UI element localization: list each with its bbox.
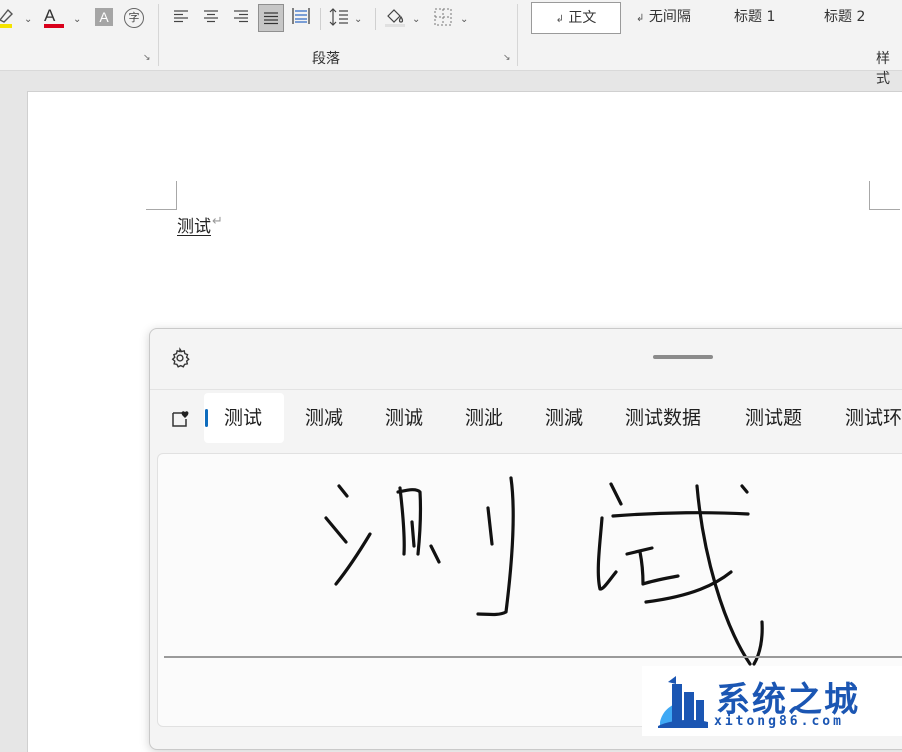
align-center-icon[interactable] bbox=[203, 8, 219, 29]
font-dialog-launcher-icon[interactable]: ↘ bbox=[143, 53, 151, 63]
style-heading-2[interactable]: 标题 2 bbox=[824, 2, 865, 32]
style-heading-1[interactable]: 标题 1 bbox=[734, 2, 775, 32]
candidate-item[interactable]: 测试 bbox=[204, 393, 284, 443]
style-no-spacing[interactable]: ↲ 无间隔 bbox=[636, 2, 691, 32]
character-shading-icon[interactable]: A bbox=[95, 8, 113, 26]
styles-group-label: 样式 bbox=[876, 51, 890, 87]
paragraph-group-label: 段落 bbox=[312, 51, 340, 67]
paragraph-dialog-launcher-icon[interactable]: ↘ bbox=[503, 53, 511, 63]
watermark-logo: 系统之城 xitong86.com bbox=[642, 666, 902, 736]
justify-button[interactable] bbox=[258, 4, 284, 32]
selection-indicator bbox=[205, 409, 208, 427]
ribbon: ⌄ A ⌄ A 字 ↘ ⌄ ⌄ ⌄ 段落 ↘ ↲ 正文 ↲ 无间隔 标题 1 标… bbox=[0, 0, 902, 87]
paragraph-mark-icon: ↲ bbox=[555, 14, 564, 25]
margin-corner-left bbox=[146, 181, 177, 210]
shading-dropdown-icon[interactable]: ⌄ bbox=[412, 10, 420, 30]
distributed-align-icon[interactable] bbox=[292, 7, 310, 30]
highlighter-dropdown-icon[interactable]: ⌄ bbox=[24, 10, 32, 30]
candidate-item[interactable]: 测诚 bbox=[385, 393, 423, 443]
candidate-item[interactable]: 测減 bbox=[545, 393, 583, 443]
borders-dropdown-icon[interactable]: ⌄ bbox=[460, 10, 468, 30]
margin-corner-right bbox=[869, 181, 900, 210]
candidate-item[interactable]: 测减 bbox=[305, 393, 343, 443]
castle-logo-icon bbox=[658, 676, 708, 728]
font-color-dropdown-icon[interactable]: ⌄ bbox=[73, 10, 81, 30]
watermark-url: xitong86.com bbox=[714, 714, 844, 729]
enclose-character-icon[interactable]: 字 bbox=[124, 8, 144, 28]
candidate-item[interactable]: 测试环 bbox=[845, 393, 902, 443]
emoji-heart-icon[interactable] bbox=[170, 409, 190, 434]
paint-bucket-icon[interactable] bbox=[384, 6, 406, 33]
borders-icon[interactable] bbox=[434, 8, 452, 31]
writing-baseline bbox=[164, 656, 902, 658]
align-right-icon[interactable] bbox=[233, 8, 249, 29]
font-color-icon[interactable]: A bbox=[44, 6, 64, 28]
align-left-icon[interactable] bbox=[173, 8, 189, 29]
style-normal[interactable]: ↲ 正文 bbox=[531, 2, 621, 34]
gear-icon[interactable] bbox=[169, 347, 191, 374]
candidate-item[interactable]: 测泚 bbox=[465, 393, 503, 443]
document-text[interactable]: 测试 bbox=[177, 212, 211, 237]
highlighter-icon[interactable] bbox=[0, 6, 18, 35]
drag-handle[interactable] bbox=[653, 355, 713, 359]
line-spacing-icon[interactable] bbox=[329, 7, 349, 32]
justify-icon bbox=[264, 12, 278, 25]
paragraph-mark-icon: ↵ bbox=[212, 214, 223, 229]
line-spacing-dropdown-icon[interactable]: ⌄ bbox=[354, 10, 362, 30]
candidate-item[interactable]: 测试题 bbox=[745, 393, 802, 443]
candidate-item[interactable]: 测试数据 bbox=[625, 393, 701, 443]
paragraph-mark-icon: ↲ bbox=[636, 13, 645, 24]
